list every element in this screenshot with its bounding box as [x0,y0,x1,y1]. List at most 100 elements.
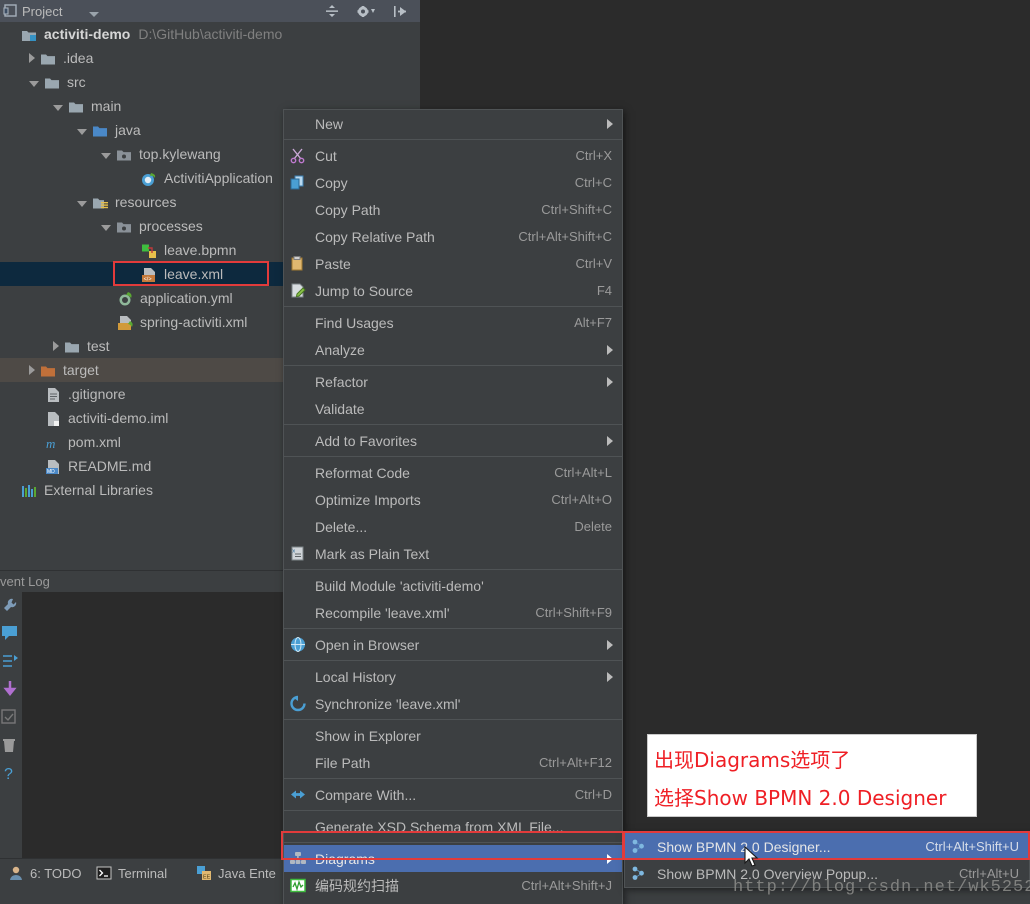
context-menu-item[interactable]: New [284,110,622,137]
context-menu-item[interactable]: Diagrams [284,845,622,872]
project-root-icon [21,26,38,42]
event-log-toolbar[interactable]: ? [0,592,22,858]
menu-item-shortcut: Ctrl+Alt+Shift+C [518,229,612,244]
context-menu-item[interactable]: Analyze [284,336,622,363]
context-menu-item[interactable]: Generate XSD Schema from XML File... [284,813,622,840]
markdown-file-icon: MD [45,458,62,475]
context-menu-item[interactable]: File Path Ctrl+Alt+F12 [284,749,622,776]
menu-item-shortcut: Ctrl+X [575,148,612,163]
svg-text:EE: EE [203,875,211,881]
tree-node-label: main [91,98,122,114]
comment-icon[interactable] [0,624,22,648]
context-menu-item[interactable]: 编码规约扫描 Ctrl+Alt+Shift+J [284,872,622,899]
tree-root-node[interactable]: activiti-demo D:\GitHub\activiti-demo [0,22,420,46]
context-menu-item[interactable]: Add to Favorites [284,427,622,454]
tree-node-label: leave.xml [164,266,224,282]
menu-item-label: Jump to Source [315,282,414,299]
plain-text-icon: x [289,545,307,562]
status-bar-item[interactable]: Terminal [96,862,167,884]
context-menu-item[interactable]: 关闭实时检测功能 [284,899,622,904]
expander-open-icon[interactable] [53,104,63,111]
context-menu-item[interactable]: Compare With... Ctrl+D [284,781,622,808]
expander-open-icon[interactable] [101,224,111,231]
context-menu-item[interactable]: Jump to Source F4 [284,277,622,304]
scroll-down-icon[interactable] [0,680,22,704]
context-menu-item[interactable]: Validate [284,395,622,422]
context-menu-item[interactable]: Refactor [284,368,622,395]
context-menu-item[interactable]: Paste Ctrl+V [284,250,622,277]
expander-open-icon[interactable] [77,200,87,207]
context-menu-item[interactable]: Copy Ctrl+C [284,169,622,196]
settings-gear-icon[interactable] [356,4,376,24]
expander-open-icon[interactable] [29,80,39,87]
trash-icon[interactable] [0,736,22,760]
context-menu-item[interactable]: Delete... Delete [284,513,622,540]
context-menu-item[interactable]: Optimize Imports Ctrl+Alt+O [284,486,622,513]
checkbox-icon[interactable] [0,708,22,732]
status-bar-item[interactable]: 6: TODO [8,862,82,884]
menu-separator [284,660,622,661]
expander-closed-icon[interactable] [29,365,35,375]
tree-node[interactable]: src [0,70,420,94]
project-icon [3,3,18,23]
menu-item-shortcut: Delete [574,519,612,534]
bpmn-icon [630,838,648,855]
menu-item-shortcut: Ctrl+Shift+F9 [535,605,612,620]
expander-closed-icon[interactable] [29,53,35,63]
svg-text:</>: </> [144,277,152,283]
expand-collapse-icon[interactable] [0,652,22,676]
context-menu-item[interactable]: Cut Ctrl+X [284,142,622,169]
expander-closed-icon[interactable] [53,341,59,351]
context-menu-item[interactable]: Synchronize 'leave.xml' [284,690,622,717]
tree-node[interactable]: .idea [0,46,420,70]
menu-item-label: File Path [315,754,371,771]
resources-folder-icon [92,194,109,210]
context-menu-item[interactable]: x Mark as Plain Text [284,540,622,567]
menu-item-shortcut: F4 [596,283,612,298]
context-menu-item[interactable]: Find Usages Alt+F7 [284,309,622,336]
bpmn-icon [630,865,648,882]
help-icon[interactable]: ? [0,764,22,788]
menu-item-label: Generate XSD Schema from XML File... [315,818,564,835]
menu-item-label: Build Module 'activiti-demo' [315,577,484,594]
folder-icon [40,50,57,66]
submenu-item-label: Show BPMN 2.0 Designer... [657,838,831,855]
java-ee-icon: EE [196,865,212,881]
menu-item-shortcut: Ctrl+Shift+C [541,202,612,217]
context-menu-item[interactable]: Recompile 'leave.xml' Ctrl+Shift+F9 [284,599,622,626]
menu-item-shortcut: Ctrl+Alt+L [554,465,612,480]
spring-yaml-icon [117,290,134,306]
settings-wrench-icon[interactable] [0,596,22,620]
context-menu-item[interactable]: Show in Explorer [284,722,622,749]
submenu-item-shortcut: Ctrl+Alt+Shift+U [925,839,1019,854]
tree-root-path: D:\GitHub\activiti-demo [138,26,283,42]
svg-text:MD: MD [47,469,55,475]
context-menu-item[interactable]: Reformat Code Ctrl+Alt+L [284,459,622,486]
menu-item-label: Analyze [315,341,365,358]
menu-item-label: Delete... [315,518,368,535]
mouse-cursor [744,845,760,873]
collapse-all-icon[interactable] [324,4,340,24]
menu-item-label: Paste [315,255,351,272]
annotation-line-2: 选择Show BPMN 2.0 Designer [654,786,947,810]
submenu-arrow-icon [607,854,613,864]
context-menu-item[interactable]: Copy Relative Path Ctrl+Alt+Shift+C [284,223,622,250]
terminal-icon [96,865,112,881]
submenu-item[interactable]: Show BPMN 2.0 Designer... Ctrl+Alt+Shift+… [625,833,1029,860]
expander-open-icon[interactable] [101,152,111,159]
package-icon [116,146,133,162]
menu-item-label: Synchronize 'leave.xml' [315,695,461,712]
context-menu-item[interactable]: Copy Path Ctrl+Shift+C [284,196,622,223]
context-menu-item[interactable]: Local History [284,663,622,690]
status-bar-item[interactable]: EE Java Ente [196,862,276,884]
menu-item-label: Mark as Plain Text [315,545,430,562]
expander-open-icon[interactable] [77,128,87,135]
context-menu-item[interactable]: Open in Browser [284,631,622,658]
context-menu-item[interactable]: Build Module 'activiti-demo' [284,572,622,599]
menu-item-label: Cut [315,147,337,164]
annotation-callout: 出现Diagrams选项了 选择Show BPMN 2.0 Designer [647,734,977,817]
hide-panel-icon[interactable] [392,4,408,24]
jump-to-source-icon [289,282,307,299]
submenu-arrow-icon [607,119,613,129]
context-menu[interactable]: New Cut Ctrl+X Copy Ctrl+C Copy Path Ctrl+Shif… [283,109,623,904]
